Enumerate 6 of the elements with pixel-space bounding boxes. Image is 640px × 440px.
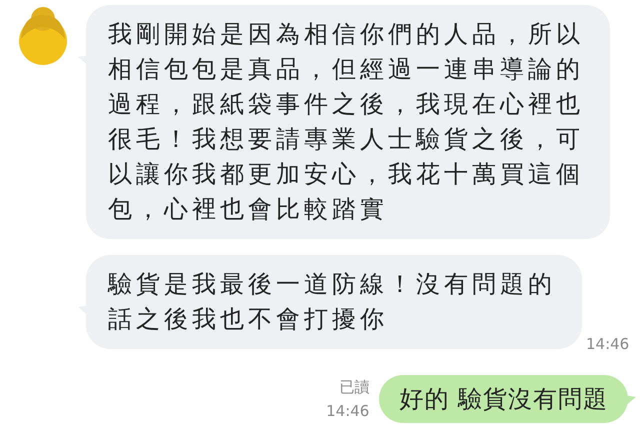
- message-text: 我剛開始是因為相信你們的人品，所以相信包包是真品，但經過一連串導論的過程，跟紙袋事件之後，我現在心裡也很毛！我想要請專業人士驗貨之後，可以讓你我都更加安心，我花十萬買這個包，心裡也會比較踏實: [108, 19, 585, 225]
- message-text: 驗貨是我最後一道防線！沒有問題的話之後我也不會打擾你: [108, 269, 557, 335]
- message-text: 好的 驗貨沒有問題: [399, 384, 608, 415]
- message-time: 14:46: [586, 334, 630, 354]
- read-receipt: 已讀: [339, 377, 370, 398]
- message-time: 14:46: [326, 401, 370, 422]
